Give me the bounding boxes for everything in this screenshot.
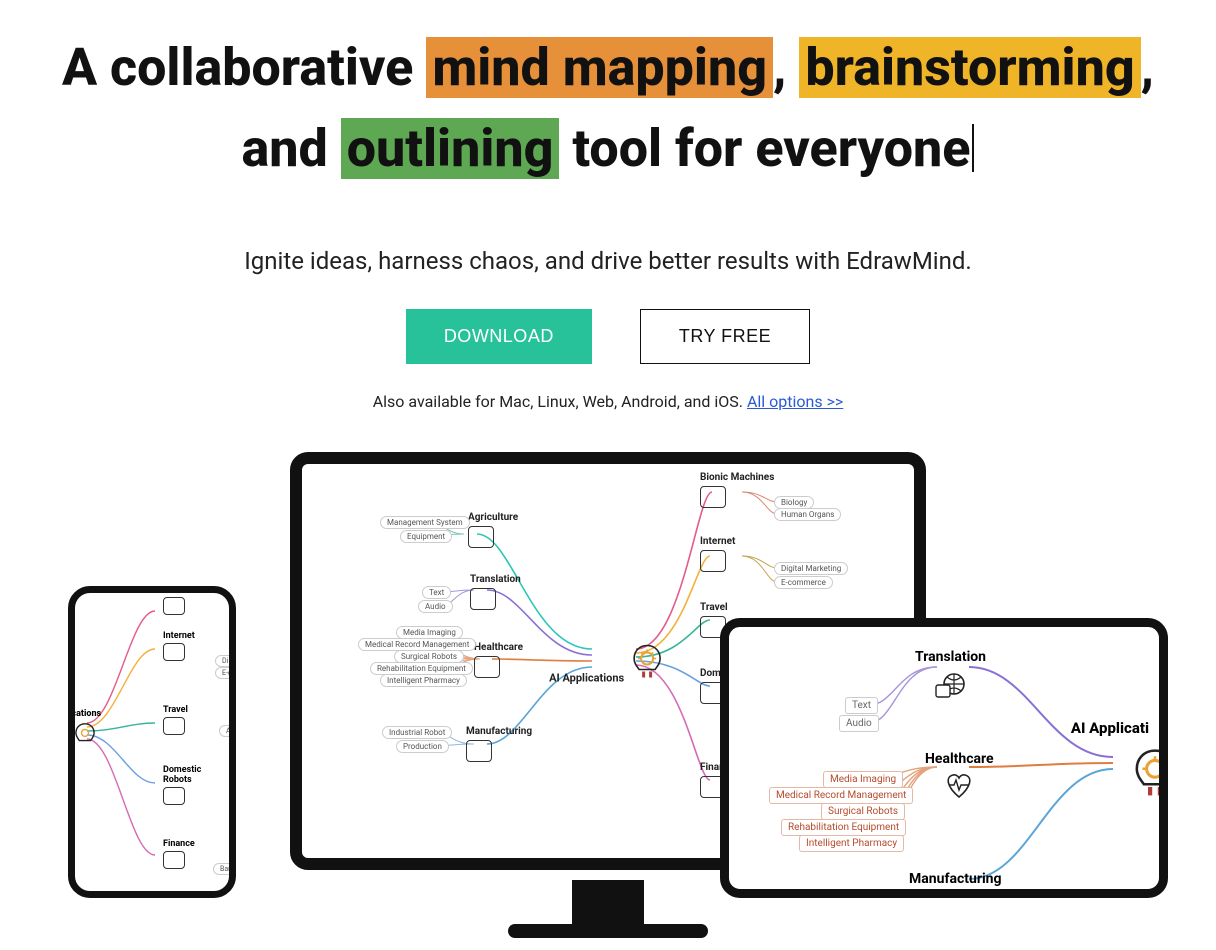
lightbulb-icon	[71, 721, 99, 749]
monitor-base	[508, 924, 708, 938]
leaf: A	[219, 725, 236, 737]
house-sun-icon	[468, 526, 494, 548]
leaf: E-co	[215, 667, 236, 679]
heart-pulse-icon	[474, 656, 500, 678]
camera-icon	[163, 717, 185, 735]
platforms-note: Also available for Mac, Linux, Web, Andr…	[0, 392, 1216, 411]
phone-node-travel: Travel	[163, 705, 188, 735]
heart-pulse-icon	[941, 771, 977, 801]
leaf: Rehabilitation Equipment	[781, 819, 906, 836]
node-internet: Internet	[700, 536, 735, 572]
mindmap-center-node: AI Applications	[549, 638, 667, 685]
phone-node-finance: Finance	[163, 839, 195, 869]
phone-node	[163, 595, 185, 615]
tablet-node-translation: Translation	[915, 649, 986, 699]
node-translation: Translation	[470, 574, 521, 610]
robot-icon	[163, 597, 185, 615]
tablet-node-healthcare: Healthcare	[925, 751, 994, 801]
download-button[interactable]: DOWNLOAD	[406, 309, 592, 364]
code-window-icon	[700, 550, 726, 572]
headline-sep1: ,	[773, 37, 799, 98]
leaf: Text	[422, 586, 451, 599]
phone-center: ications	[69, 709, 101, 719]
gear-box-icon	[466, 740, 492, 762]
leaf: Audio	[839, 715, 879, 732]
mindmap-center-label: AI Applications	[549, 672, 624, 685]
monitor-stand	[572, 880, 644, 926]
leaf: Surgical Robots	[821, 803, 905, 820]
node-healthcare: Healthcare	[474, 642, 523, 678]
node-bionic: Bionic Machines	[700, 472, 774, 508]
leaf: Bank	[213, 863, 236, 875]
tablet-node-manufacturing: Manufacturing	[909, 871, 1002, 887]
robot-small-icon	[163, 787, 185, 805]
leaf: Management System	[380, 516, 470, 529]
leaf: Media Imaging	[823, 771, 903, 788]
leaf: Production	[396, 740, 449, 753]
leaf: E-commerce	[774, 576, 833, 589]
headline-highlight-mindmapping: mind mapping	[426, 37, 773, 98]
headline-highlight-brainstorming: brainstorming	[799, 37, 1140, 98]
headline-post: tool for everyone	[559, 118, 970, 179]
wallet-icon	[163, 851, 185, 869]
node-agriculture: Agriculture	[468, 512, 518, 548]
lightbulb-icon	[1127, 745, 1168, 801]
code-window-icon	[163, 643, 185, 661]
tablet-device: AI Applicati Translation Text Audio Heal…	[720, 618, 1168, 898]
phone-node-internet: Internet	[163, 631, 195, 661]
node-manufacturing: Manufacturing	[466, 726, 532, 762]
leaf: Intelligent Pharmacy	[380, 674, 467, 687]
leaf: Text	[845, 697, 878, 714]
globe-icon	[934, 669, 968, 699]
leaf: Industrial Robot	[382, 726, 452, 739]
cta-row: DOWNLOAD TRY FREE	[0, 309, 1216, 364]
headline-highlight-outlining: outlining	[341, 118, 560, 179]
platforms-text: Also available for Mac, Linux, Web, Andr…	[373, 392, 747, 411]
phone-node-domestic: Domestic Robots	[163, 765, 229, 805]
lightbulb-icon	[627, 642, 667, 682]
robot-icon	[700, 486, 726, 508]
leaf: Human Organs	[774, 508, 841, 521]
hero-headline: A collaborative mind mapping, brainstorm…	[33, 28, 1183, 189]
typing-cursor-icon	[972, 124, 974, 172]
device-mockups: AI Applications Agriculture Management S…	[0, 440, 1216, 940]
leaf: Intelligent Pharmacy	[799, 835, 904, 852]
leaf: Digital Marketing	[774, 562, 848, 575]
tablet-center: AI Applicati	[1071, 719, 1149, 737]
try-free-button[interactable]: TRY FREE	[640, 309, 810, 364]
leaf: Di	[215, 655, 235, 667]
leaf: Medical Record Management	[769, 787, 913, 804]
leaf: Equipment	[400, 530, 452, 543]
leaf: Audio	[418, 600, 453, 613]
globe-icon	[470, 588, 496, 610]
hero-subhead: Ignite ideas, harness chaos, and drive b…	[0, 247, 1216, 275]
all-options-link[interactable]: All options >>	[747, 392, 843, 411]
phone-device: ications Internet Di E-co Travel A Domes…	[68, 586, 236, 898]
headline-pre: A collaborative	[62, 37, 426, 98]
